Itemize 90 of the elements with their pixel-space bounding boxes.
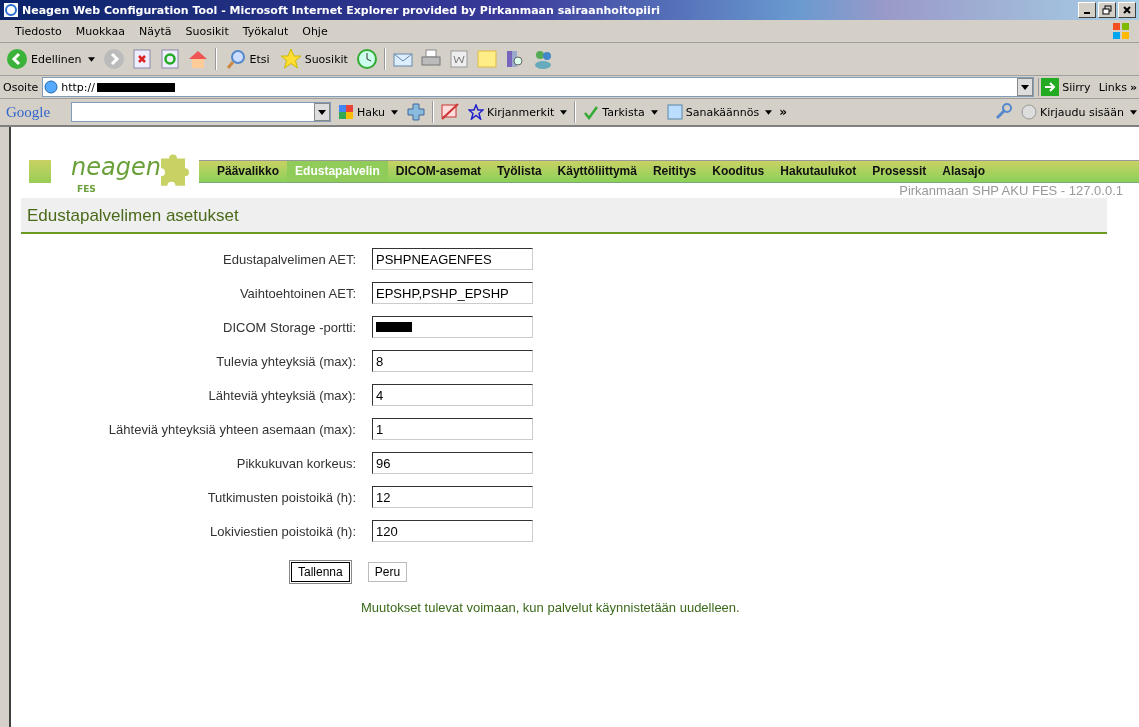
star-icon	[468, 104, 484, 120]
menu-item[interactable]: Suosikit	[178, 24, 236, 38]
field-label: Edustapalvelimen AET:	[222, 251, 356, 267]
cancel-button[interactable]: Peru	[367, 562, 408, 582]
close-button[interactable]	[1118, 2, 1136, 18]
input-field[interactable]: PSHPNEAGENFES	[372, 248, 533, 270]
word-icon[interactable]	[447, 48, 470, 70]
history-icon[interactable]	[355, 48, 378, 70]
search-icon	[224, 48, 247, 70]
menu-item[interactable]: Näytä	[131, 24, 179, 38]
field-label: Lokiviestien poistoikä (h):	[209, 523, 356, 539]
minimize-button[interactable]	[1078, 2, 1096, 18]
logo-stripe	[29, 160, 51, 183]
nav-tab[interactable]: Alasajo	[934, 161, 994, 182]
address-text: http://	[61, 80, 95, 94]
caret-icon	[650, 109, 658, 115]
google-search-field[interactable]	[71, 102, 331, 122]
page-heading: Edustapalvelimen asetukset	[27, 206, 239, 225]
field-label: Tutkimusten poistoikä (h):	[206, 489, 356, 505]
info-message: Muutokset tulevat voimaan, kun palvelut käynnistetään uudelleen.	[360, 599, 741, 615]
refresh-icon[interactable]	[158, 48, 181, 70]
go-button[interactable]: Siirry	[1038, 78, 1093, 96]
close-icon	[1122, 5, 1132, 15]
address-label: Osoite	[3, 80, 39, 94]
restore-button[interactable]	[1098, 2, 1116, 18]
search-button[interactable]: Etsi	[222, 48, 272, 70]
dropdown-icon[interactable]	[1017, 78, 1034, 96]
checkmark-icon	[583, 104, 600, 120]
nav-tab[interactable]: Kooditus	[704, 161, 773, 182]
nav-tab[interactable]: Työlista	[489, 161, 550, 182]
browser-icon	[3, 2, 19, 18]
server-info: Pirkanmaan SHP AKU FES - 127.0.0.1	[899, 183, 1123, 198]
links-button[interactable]: Links »	[1096, 80, 1139, 94]
signin-button[interactable]: Kirjaudu sisään	[1019, 104, 1139, 120]
plus-icon[interactable]	[405, 101, 427, 123]
save-button[interactable]: Tallenna	[291, 562, 350, 582]
field-label: DICOM Storage -portti:	[222, 319, 356, 335]
restore-icon	[1102, 5, 1112, 15]
nav-tab[interactable]: Hakutaulukot	[772, 161, 865, 182]
squares-icon	[338, 104, 354, 120]
input-field[interactable]: 96	[372, 452, 533, 474]
menu-item[interactable]: Muokkaa	[68, 24, 132, 38]
windows-logo-icon	[1111, 21, 1131, 41]
logo-subtitle: FES	[77, 184, 96, 194]
field-label: Lähteviä yhteyksiä (max):	[207, 387, 356, 403]
input-field[interactable]	[372, 316, 533, 338]
logo-text: neagen	[71, 153, 161, 181]
caret-icon	[560, 109, 568, 115]
field-label: Tulevia yhteyksiä (max):	[215, 353, 356, 369]
nav-tab[interactable]: Prosessit	[864, 161, 935, 182]
input-field[interactable]: EPSHP,PSHP_EPSHP	[372, 282, 533, 304]
input-field[interactable]: 8	[372, 350, 533, 372]
menu-item[interactable]: Työkalut	[235, 24, 296, 38]
more-chevron[interactable]: »	[779, 105, 787, 119]
window-title: Neagen Web Configuration Tool - Microsoft Internet Explorer provided by Pirkanmaan sairaanhoitopiiri	[22, 3, 661, 17]
stop-icon[interactable]	[130, 48, 153, 70]
nav-tab[interactable]: Reititys	[644, 161, 705, 182]
favorites-button[interactable]: Suosikit	[277, 48, 350, 70]
star-icon	[279, 48, 302, 70]
input-field[interactable]: 12	[372, 486, 533, 508]
field-label: Pikkukuvan korkeus:	[235, 455, 356, 471]
spellcheck-button[interactable]: Tarkista	[581, 104, 660, 120]
forward-icon[interactable]	[102, 48, 125, 70]
google-logo: Google	[6, 103, 52, 121]
caret-icon	[391, 109, 398, 115]
caret-icon	[765, 109, 773, 115]
search-button[interactable]: Haku	[336, 104, 400, 120]
page-icon	[43, 79, 60, 95]
input-field[interactable]: 120	[372, 520, 533, 542]
popup-blocker-icon[interactable]	[439, 101, 461, 123]
address-field[interactable]: http://	[42, 77, 1035, 97]
caret-icon	[87, 56, 95, 62]
menu-item[interactable]: Tiedosto	[8, 24, 69, 38]
input-field[interactable]: 4	[372, 384, 533, 406]
back-button[interactable]: Edellinen	[4, 48, 97, 70]
field-label: Vaihtoehtoinen AET:	[238, 285, 356, 301]
nav-tab[interactable]: DICOM-asemat	[387, 161, 490, 182]
translate-button[interactable]: Sanakäännös	[664, 104, 775, 120]
note-icon[interactable]	[475, 48, 498, 70]
nav-tab[interactable]: Käyttöliittymä	[549, 161, 645, 182]
translate-icon	[666, 104, 683, 120]
minimize-icon	[1084, 12, 1090, 14]
field-label: Lähteviä yhteyksiä yhteen asemaan (max):	[107, 421, 356, 437]
bookmarks-button[interactable]: Kirjanmerkit	[466, 104, 570, 120]
input-field[interactable]: 1	[372, 418, 533, 440]
circle-icon	[1021, 104, 1037, 120]
caret-icon	[1130, 109, 1137, 115]
nav-tab[interactable]: Päävalikko	[209, 161, 288, 182]
menu-item[interactable]: Ohje	[295, 24, 335, 38]
dropdown-icon[interactable]	[314, 103, 330, 121]
